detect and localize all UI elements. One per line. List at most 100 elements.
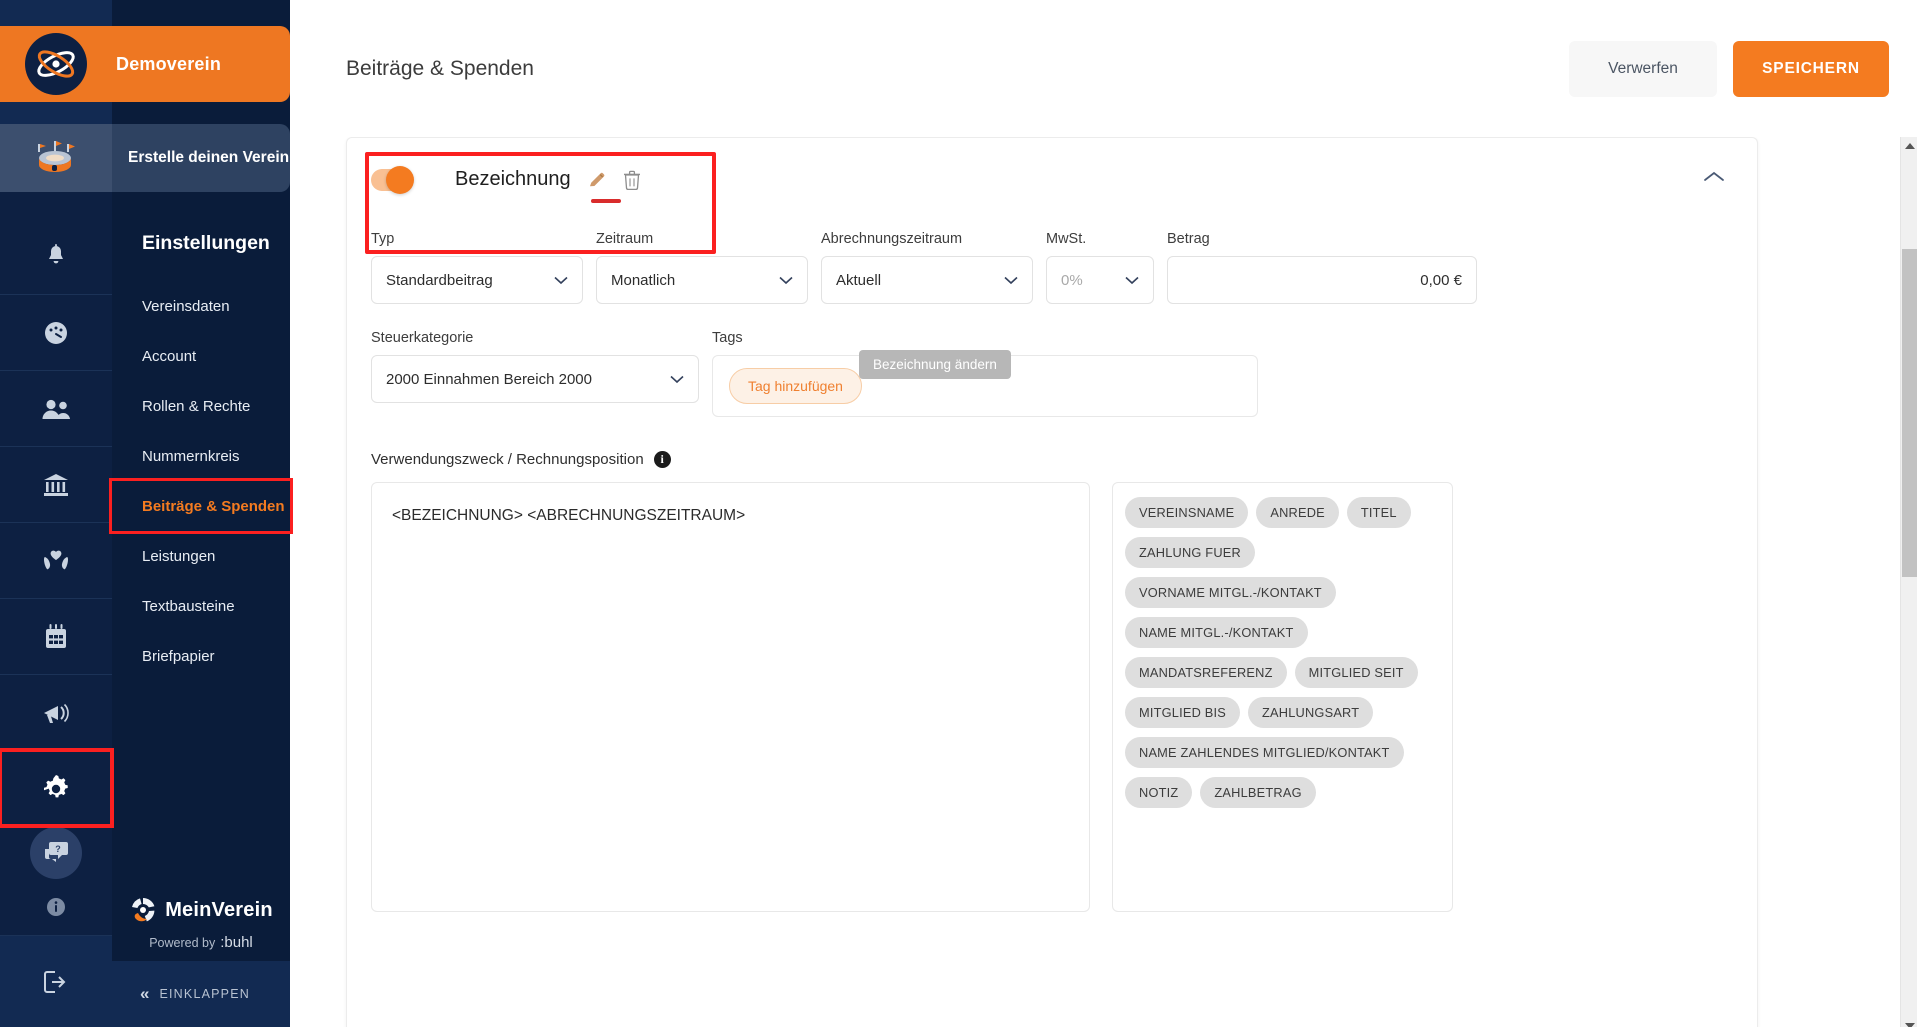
sidebar-item-beitraege-spenden[interactable]: Beiträge & Spenden xyxy=(109,478,293,534)
sidebar-item-list: Vereinsdaten Account Rollen & Rechte Num… xyxy=(109,281,293,681)
sidebar-item-textbausteine[interactable]: Textbausteine xyxy=(112,581,290,631)
rail-item-logout[interactable] xyxy=(0,935,112,1027)
discard-button[interactable]: Verwerfen xyxy=(1569,40,1717,97)
placeholder-pill[interactable]: NAME MITGL.-/KONTAKT xyxy=(1125,617,1308,648)
sidebar-item-briefpapier[interactable]: Briefpapier xyxy=(112,631,290,681)
field-label-zeitraum: Zeitraum xyxy=(596,231,654,247)
card-title: Bezeichnung xyxy=(455,168,571,190)
rail-item-donations[interactable] xyxy=(0,522,112,598)
bank-icon xyxy=(44,473,68,496)
powered-by-label: Powered by xyxy=(149,935,216,950)
bell-icon xyxy=(49,244,63,264)
people-icon xyxy=(42,399,70,419)
rail-item-dashboard[interactable] xyxy=(0,294,112,370)
placeholder-pill[interactable]: NOTIZ xyxy=(1125,777,1193,808)
save-button[interactable]: SPEICHERN xyxy=(1733,40,1889,97)
sidebar-section-title: Einstellungen xyxy=(142,232,270,254)
enable-toggle[interactable] xyxy=(371,165,414,194)
sidebar-item-rollen-rechte[interactable]: Rollen & Rechte xyxy=(112,381,290,431)
field-label-betrag: Betrag xyxy=(1167,231,1210,247)
collapse-label: EINKLAPPEN xyxy=(159,987,250,1001)
page-header: Beiträge & Spenden Verwerfen SPEICHERN xyxy=(290,0,1917,137)
sidebar-item-label: Rollen & Rechte xyxy=(142,397,251,415)
placeholder-pill[interactable]: ZAHLUNG FUER xyxy=(1125,537,1255,568)
sidebar-item-account[interactable]: Account xyxy=(112,331,290,381)
placeholder-pill[interactable]: VEREINSNAME xyxy=(1125,497,1249,528)
rail-item-finances[interactable] xyxy=(0,446,112,522)
nav-create-club[interactable]: Erstelle deinen Verein xyxy=(112,124,290,192)
contribution-card: Bezeichnung Bezeichnung ändern Typ Stand… xyxy=(346,137,1758,1027)
collapse-sidebar-button[interactable]: « EINKLAPPEN xyxy=(112,961,290,1027)
rail-create-club[interactable] xyxy=(0,124,112,192)
info-circle-icon xyxy=(47,898,65,916)
club-name-label: Demoverein xyxy=(116,53,222,74)
chat-question-icon: ? xyxy=(30,827,82,879)
rail-item-notifications[interactable] xyxy=(0,218,112,294)
hands-heart-icon xyxy=(44,550,68,569)
placeholder-pill[interactable]: VORNAME MITGL.-/KONTAKT xyxy=(1125,577,1336,608)
rail-item-members[interactable] xyxy=(0,370,112,446)
placeholder-pill[interactable]: NAME ZAHLENDES MITGLIED/KONTAKT xyxy=(1125,737,1404,768)
field-typ: Typ Standardbeitrag xyxy=(371,231,583,304)
rail-item-communication[interactable] xyxy=(0,674,112,750)
vertical-scrollbar[interactable] xyxy=(1900,137,1917,1027)
input-betrag[interactable]: 0,00 € xyxy=(1167,256,1477,304)
info-icon[interactable]: i xyxy=(653,451,671,468)
purpose-textarea[interactable]: <BEZEICHNUNG> <ABRECHNUNGSZEITRAUM> xyxy=(371,482,1090,912)
rail-item-list: ? xyxy=(0,218,114,935)
nav-brand-club[interactable]: Demoverein xyxy=(112,26,290,102)
select-typ-value: Standardbeitrag xyxy=(386,271,493,289)
placeholder-pill[interactable]: MITGLIED SEIT xyxy=(1294,657,1418,688)
card-header: Bezeichnung xyxy=(347,138,1757,203)
select-zeitraum[interactable]: Monatlich xyxy=(596,256,808,304)
sidebar-item-nummernkreis[interactable]: Nummernkreis xyxy=(112,431,290,481)
rail-item-events[interactable] xyxy=(0,598,112,674)
select-typ[interactable]: Standardbeitrag xyxy=(371,256,583,304)
scrollbar-thumb[interactable] xyxy=(1902,249,1917,577)
rail-item-info[interactable] xyxy=(0,880,112,934)
triangle-up-icon xyxy=(1904,142,1915,149)
vendor-label: :buhl xyxy=(220,934,253,951)
rail-item-settings[interactable] xyxy=(0,748,114,828)
chevron-down-icon xyxy=(554,276,568,284)
trash-icon xyxy=(623,170,640,190)
scroll-up-button[interactable] xyxy=(1901,137,1917,154)
placeholder-pill[interactable]: ZAHLUNGSART xyxy=(1248,697,1374,728)
select-zeitraum-value: Monatlich xyxy=(611,271,676,289)
meinverein-swirl-icon xyxy=(132,898,155,922)
sidebar-item-vereinsdaten[interactable]: Vereinsdaten xyxy=(112,281,290,331)
field-abrechnungszeitraum: Abrechnungszeitraum Aktuell xyxy=(821,231,1033,304)
chat-question-icon-glyph: ? xyxy=(45,842,68,862)
select-mwst[interactable]: 0% xyxy=(1046,256,1154,304)
select-steuerkategorie-value: 2000 Einnahmen Bereich 2000 xyxy=(386,370,592,388)
sidebar-item-label: Briefpapier xyxy=(142,647,215,665)
collapse-card-button[interactable] xyxy=(1703,170,1733,189)
placeholder-pill[interactable]: ANREDE xyxy=(1256,497,1339,528)
chevron-down-icon xyxy=(1004,276,1018,284)
sidebar-item-label: Vereinsdaten xyxy=(142,297,230,315)
rail-item-help[interactable]: ? xyxy=(0,826,112,880)
nav-gap-1 xyxy=(112,102,290,124)
edit-designation-button[interactable] xyxy=(587,170,621,203)
nav-top-spacer xyxy=(112,0,290,26)
scroll-down-button[interactable] xyxy=(1901,1017,1917,1027)
rail-brand-logo[interactable] xyxy=(0,26,112,102)
chevron-down-icon xyxy=(1125,276,1139,284)
select-mwst-value: 0% xyxy=(1061,271,1083,289)
sidebar-item-label: Account xyxy=(142,347,197,365)
logout-icon xyxy=(44,970,66,993)
sidebar-item-label: Nummernkreis xyxy=(142,447,240,465)
svg-text:?: ? xyxy=(55,844,61,854)
placeholder-pill[interactable]: MITGLIED BIS xyxy=(1125,697,1241,728)
add-tag-button[interactable]: Tag hinzufügen xyxy=(729,368,862,404)
placeholder-pill[interactable]: MANDATSREFERENZ xyxy=(1125,657,1287,688)
field-label-tags: Tags xyxy=(712,330,743,346)
page-title: Beiträge & Spenden xyxy=(346,56,534,80)
select-abrechnungszeitraum-value: Aktuell xyxy=(836,271,882,289)
select-steuerkategorie[interactable]: 2000 Einnahmen Bereich 2000 xyxy=(371,355,699,403)
sidebar-item-leistungen[interactable]: Leistungen xyxy=(112,531,290,581)
placeholder-pill[interactable]: ZAHLBETRAG xyxy=(1200,777,1316,808)
delete-designation-button[interactable] xyxy=(623,170,641,190)
select-abrechnungszeitraum[interactable]: Aktuell xyxy=(821,256,1033,304)
placeholder-pill[interactable]: TITEL xyxy=(1346,497,1411,528)
